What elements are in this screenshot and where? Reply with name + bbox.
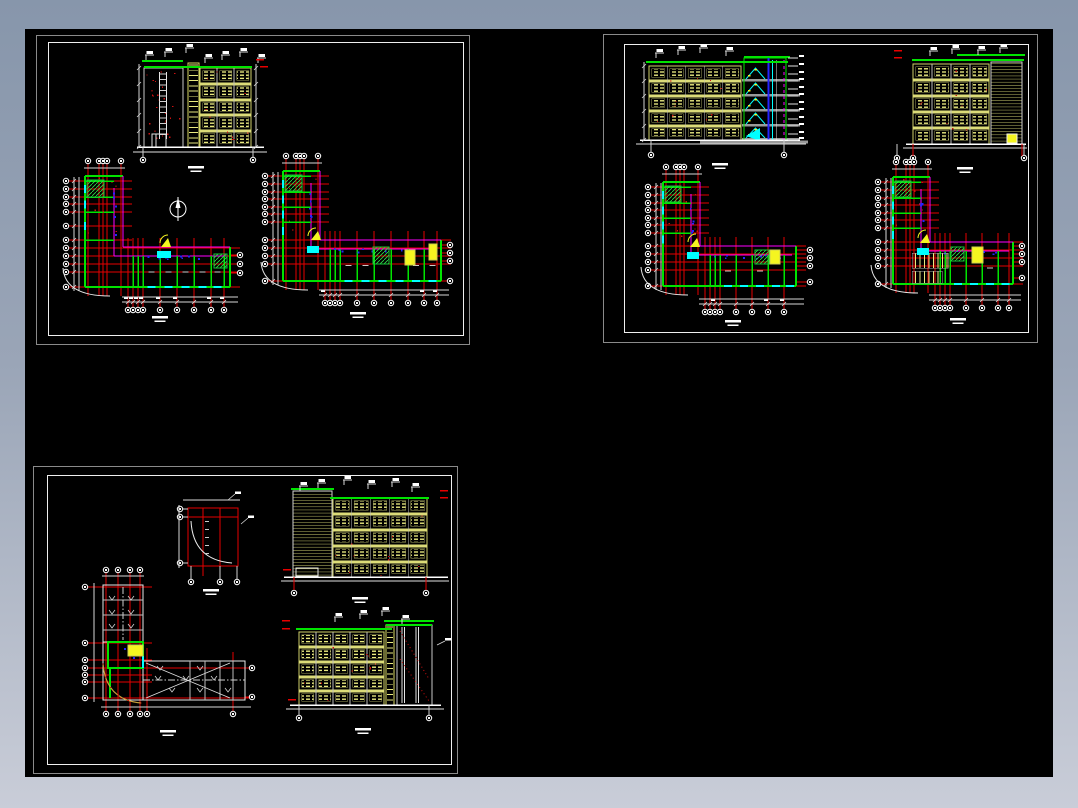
floor-plan-right [260,152,454,318]
floor-plan-left [62,157,244,322]
floor-plan-a [640,163,814,326]
roof-plan [81,566,256,736]
drawings-layer [62,44,1028,736]
floor-plan-b [870,158,1026,324]
north-arrow [169,197,187,221]
side-elevation [893,44,1028,173]
building-section [636,44,808,169]
south-elevation [133,44,268,172]
east-elevation [281,476,449,603]
cad-viewport[interactable] [25,29,1053,777]
stair-detail [176,491,254,595]
app-background: { "app": { "background_top": "#8796ab", … [0,0,1078,808]
west-elevation [282,607,451,734]
